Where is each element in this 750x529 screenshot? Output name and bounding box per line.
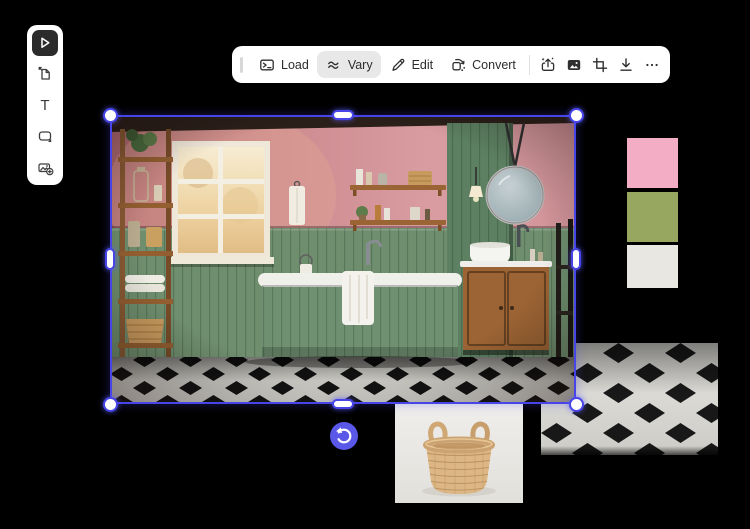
- import-document-tool-button[interactable]: [32, 61, 58, 87]
- shape-tool-button[interactable]: [32, 123, 58, 149]
- selection-handle-bottom[interactable]: [332, 399, 354, 409]
- select-tool-button[interactable]: [32, 30, 58, 56]
- edit-button[interactable]: Edit: [381, 51, 442, 78]
- shape-icon: [36, 127, 54, 145]
- bathroom-image[interactable]: [110, 115, 576, 404]
- download-icon: [617, 56, 635, 74]
- color-swatch-white[interactable]: [627, 245, 678, 288]
- generative-upload-icon: [539, 56, 557, 74]
- load-label: Load: [281, 57, 309, 72]
- load-button[interactable]: Load: [250, 51, 317, 78]
- add-image-icon: [36, 158, 54, 176]
- convert-label: Convert: [472, 57, 516, 72]
- image-button[interactable]: [561, 51, 587, 79]
- vary-button[interactable]: Vary: [316, 51, 381, 78]
- image-icon: [565, 56, 583, 74]
- color-swatch-green[interactable]: [627, 192, 678, 242]
- tools-sidebar: T: [27, 25, 63, 185]
- selection-handle-bottom-right[interactable]: [568, 396, 584, 412]
- basket-illustration: [422, 421, 496, 497]
- undo-icon: [330, 422, 358, 450]
- vary-label: Vary: [347, 57, 373, 72]
- bathroom-scene: [110, 115, 576, 404]
- generative-upload-button[interactable]: [535, 51, 561, 79]
- convert-button[interactable]: Convert: [441, 51, 524, 78]
- crop-button[interactable]: [587, 51, 613, 79]
- terminal-icon: [258, 56, 276, 74]
- selection-handle-top[interactable]: [332, 110, 354, 120]
- selection-handle-top-left[interactable]: [102, 107, 118, 123]
- pencil-icon: [389, 56, 407, 74]
- crop-icon: [591, 56, 609, 74]
- text-icon: T: [40, 96, 50, 114]
- convert-icon: [449, 56, 467, 74]
- toolbar-divider: [528, 54, 530, 75]
- more-button[interactable]: [639, 51, 665, 79]
- color-swatch-pink[interactable]: [627, 138, 678, 188]
- text-tool-button[interactable]: T: [32, 92, 58, 118]
- download-button[interactable]: [613, 51, 639, 79]
- selection-handle-top-right[interactable]: [568, 107, 584, 123]
- cursor-icon: [36, 34, 54, 52]
- undo-button[interactable]: [330, 422, 358, 450]
- selection-handle-bottom-left[interactable]: [102, 396, 118, 412]
- edit-label: Edit: [411, 57, 434, 72]
- vary-icon: [325, 56, 343, 74]
- add-media-tool-button[interactable]: [32, 154, 58, 180]
- wicker-basket-image[interactable]: [395, 403, 523, 503]
- more-icon: [643, 56, 661, 74]
- toolbar-drag-handle[interactable]: [240, 56, 243, 73]
- context-toolbar: Load Vary Edit Convert: [232, 46, 670, 83]
- selection-handle-left[interactable]: [105, 248, 115, 270]
- document-import-icon: [36, 65, 54, 83]
- selection-handle-right[interactable]: [571, 248, 581, 270]
- editor-canvas: Load Vary Edit Convert T: [0, 0, 750, 529]
